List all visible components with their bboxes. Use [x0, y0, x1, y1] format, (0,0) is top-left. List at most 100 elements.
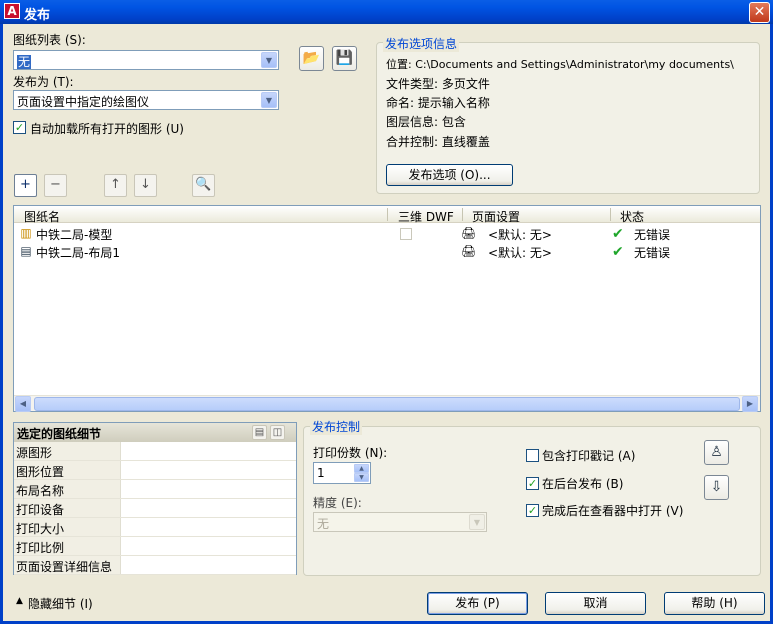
sheet-name: 中铁二局-模型 [36, 228, 113, 242]
column-page-setup[interactable]: 页面设置 [472, 208, 520, 225]
app-icon: A [4, 3, 20, 19]
publish-options-info-title: 发布选项信息 [383, 35, 460, 52]
background-publish-checkbox[interactable]: ✓ [526, 477, 539, 490]
save-icon: 💾 [335, 50, 354, 66]
3d-dwf-checkbox [400, 228, 412, 240]
scroll-left-button[interactable]: ◀ [15, 396, 31, 412]
sheet-name: 中铁二局-布局1 [36, 246, 120, 260]
chevron-down-icon: ▼ [469, 514, 485, 530]
details-preview-button[interactable]: ◫ [270, 425, 285, 440]
auto-load-label[interactable]: 自动加载所有打开的图形 (U) [30, 120, 184, 137]
details-preview-icon: ◫ [272, 427, 283, 438]
sheet-list-label: 图纸列表 (S): [13, 33, 86, 47]
add-sheets-icon: + [20, 177, 31, 192]
details-key: 打印大小 [14, 518, 121, 536]
include-stamp-label[interactable]: 包含打印戳记 (A) [542, 447, 635, 464]
ok-check-icon: ✔ [612, 244, 624, 260]
preview-button[interactable]: 🔍 [192, 174, 215, 197]
help-button[interactable]: 帮助 (H) [664, 592, 765, 615]
chevron-down-icon[interactable]: ▼ [261, 52, 277, 68]
open-viewer-label[interactable]: 完成后在查看器中打开 (V) [542, 502, 683, 519]
stamp-icon: ♙ [710, 444, 723, 460]
cancel-button[interactable]: 取消 [545, 592, 646, 615]
triangle-up-icon[interactable]: ▲ [16, 596, 23, 606]
column-separator[interactable] [462, 208, 463, 221]
sheets-list-header: 图纸名 三维 DWF 页面设置 状态 [14, 206, 760, 225]
column-status[interactable]: 状态 [620, 208, 644, 225]
viewer-settings-button[interactable]: ⇩ [704, 475, 729, 500]
page-setup-value[interactable]: <默认: 无> [488, 244, 552, 261]
move-down-icon: ↓ [140, 177, 151, 192]
details-row: 源图形 [14, 442, 296, 461]
save-sheet-list-button[interactable]: 💾 [332, 46, 357, 71]
hide-details-link[interactable]: 隐藏细节 (I) [28, 595, 93, 612]
status-value: 无错误 [634, 228, 671, 242]
background-publish-label[interactable]: 在后台发布 (B) [542, 475, 623, 492]
move-up-icon: ↑ [110, 177, 121, 192]
layout-sheet-icon: ▤ [20, 244, 32, 258]
merge-control-info: 合并控制: 直线覆盖 [386, 135, 490, 149]
page-setup-value[interactable]: <默认: 无> [488, 226, 552, 243]
details-row: 布局名称 [14, 480, 296, 499]
include-stamp-checkbox[interactable] [526, 449, 539, 462]
details-key: 打印设备 [14, 499, 121, 517]
move-down-button[interactable]: ↓ [134, 174, 157, 197]
precision-value: 无 [317, 517, 330, 531]
ok-check-icon: ✔ [612, 226, 624, 242]
details-key: 图形位置 [14, 461, 121, 479]
status-value: 无错误 [634, 246, 671, 260]
publish-control-title: 发布控制 [310, 418, 363, 435]
page-setup-icon: 🖨 [461, 226, 477, 240]
details-row: 页面设置详细信息 [14, 556, 296, 575]
folder-icon: 📂 [302, 50, 321, 66]
precision-label: 精度 (E): [313, 496, 362, 510]
spin-down-button[interactable]: ▼ [354, 473, 369, 482]
selected-sheet-details: 选定的图纸细节 ▤ ◫ 源图形 图形位置 布局名称 打印设备 打印大小 打印比例… [13, 422, 297, 575]
details-key: 源图形 [14, 442, 121, 460]
close-button[interactable]: ✕ [749, 2, 770, 23]
publish-options-button[interactable]: 发布选项 (O)... [386, 164, 513, 186]
column-separator[interactable] [610, 208, 611, 221]
details-key: 打印比例 [14, 537, 121, 555]
details-view-button[interactable]: ▤ [252, 425, 267, 440]
copies-label: 打印份数 (N): [313, 446, 388, 460]
column-separator[interactable] [387, 208, 388, 221]
copies-value[interactable]: 1 [317, 466, 325, 480]
add-sheets-button[interactable]: + [14, 174, 37, 197]
move-up-button[interactable]: ↑ [104, 174, 127, 197]
publish-to-combo[interactable]: 页面设置中指定的绘图仪 ▼ [13, 90, 279, 110]
details-row: 图形位置 [14, 461, 296, 480]
details-row: 打印比例 [14, 537, 296, 556]
column-sheet-name[interactable]: 图纸名 [24, 208, 60, 225]
scroll-thumb[interactable] [34, 397, 740, 411]
preview-icon: 🔍 [195, 177, 212, 192]
download-icon: ⇩ [710, 479, 723, 495]
chevron-down-icon[interactable]: ▼ [261, 92, 277, 108]
column-3d-dwf[interactable]: 三维 DWF [398, 208, 454, 225]
title-bar[interactable]: A 发布 ✕ [0, 0, 773, 24]
model-sheet-icon: ▥ [20, 226, 32, 240]
details-row: 打印大小 [14, 518, 296, 537]
location-info: 位置: C:\Documents and Settings\Administra… [386, 58, 734, 71]
scroll-right-button[interactable]: ▶ [742, 396, 758, 412]
copies-spinner[interactable]: 1 ▲ ▼ [313, 462, 371, 484]
plot-stamp-settings-button[interactable]: ♙ [704, 440, 729, 465]
auto-load-checkbox[interactable]: ✓ [13, 121, 26, 134]
precision-combo: 无 ▼ [313, 512, 487, 532]
load-sheet-list-button[interactable]: 📂 [299, 46, 324, 71]
table-row[interactable]: ▤ 中铁二局-布局1 🖨 <默认: 无> ✔ 无错误 [14, 243, 760, 260]
publish-to-value: 页面设置中指定的绘图仪 [17, 95, 150, 109]
publish-button[interactable]: 发布 (P) [427, 592, 528, 615]
remove-sheets-button[interactable]: − [44, 174, 67, 197]
table-row[interactable]: ▥ 中铁二局-模型 🖨 <默认: 无> ✔ 无错误 [14, 225, 760, 242]
open-viewer-checkbox[interactable]: ✓ [526, 504, 539, 517]
horizontal-scrollbar[interactable]: ◀ ▶ [14, 395, 760, 412]
details-row: 打印设备 [14, 499, 296, 518]
details-title: 选定的图纸细节 [17, 427, 102, 441]
sheets-list[interactable]: 图纸名 三维 DWF 页面设置 状态 ▥ 中铁二局-模型 🖨 <默认: 无> ✔… [13, 205, 761, 412]
layer-info: 图层信息: 包含 [386, 115, 466, 129]
details-view-icon: ▤ [254, 427, 265, 438]
details-key: 页面设置详细信息 [14, 556, 121, 574]
sheet-list-combo[interactable]: 无 ▼ [13, 50, 279, 70]
spin-up-button[interactable]: ▲ [354, 464, 369, 473]
